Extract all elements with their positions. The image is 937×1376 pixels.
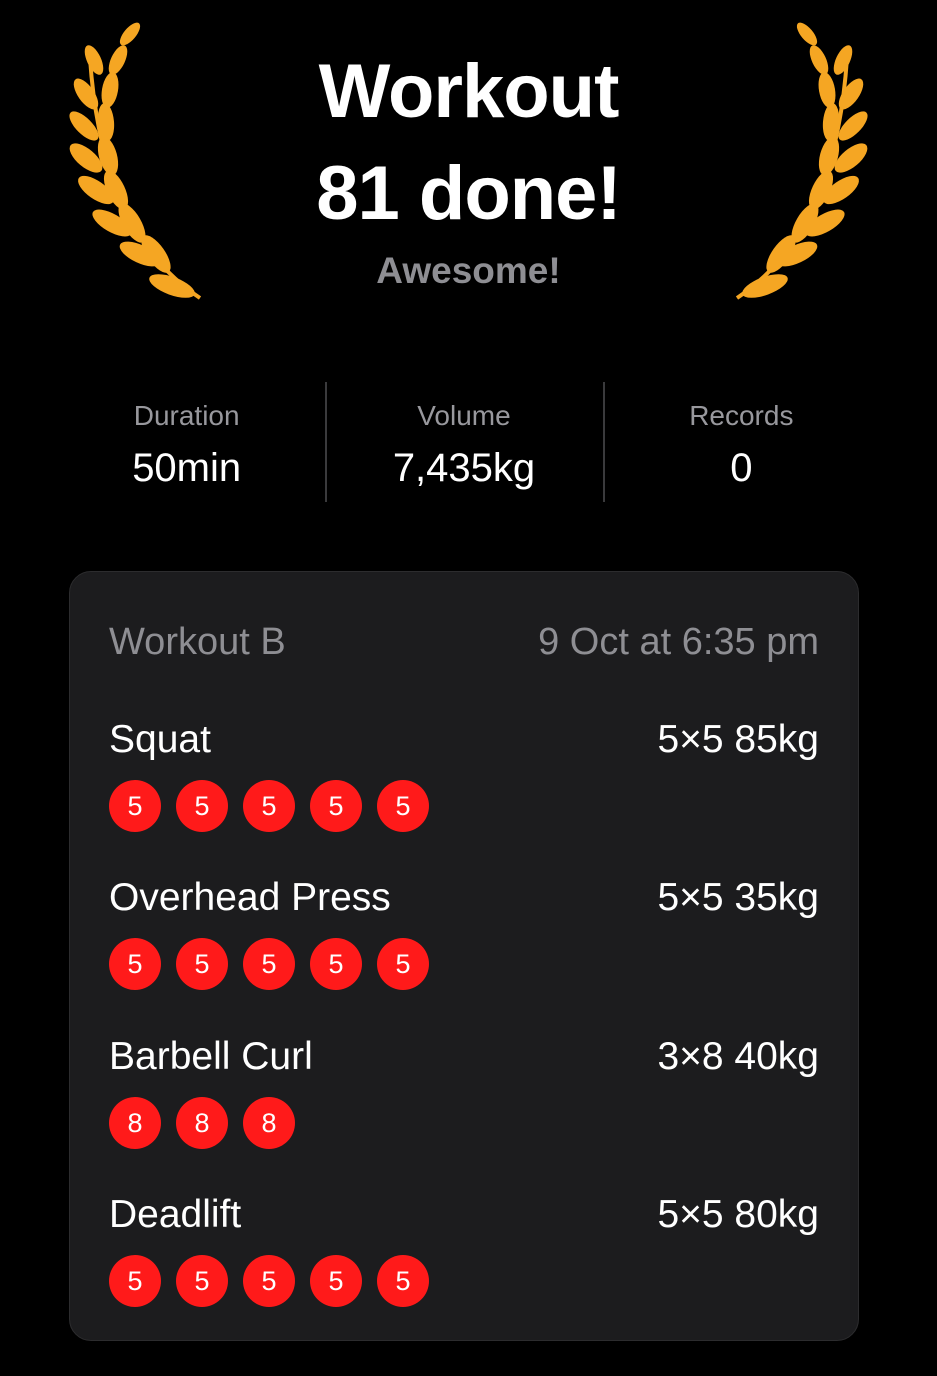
workout-name: Workout B: [109, 620, 286, 663]
set-badge: 5: [377, 938, 429, 990]
subtitle: Awesome!: [376, 250, 561, 291]
set-badge: 5: [310, 938, 362, 990]
exercise-barbell-curl: Barbell Curl 3×8 40kg 8 8 8: [109, 1033, 819, 1153]
exercise-name: Squat: [109, 718, 211, 761]
workout-summary-card[interactable]: Workout B 9 Oct at 6:35 pm Squat 5×5 85k…: [69, 571, 859, 1341]
exercise-overhead-press: Overhead Press 5×5 35kg 5 5 5 5 5: [109, 874, 819, 994]
stat-label: Duration: [133, 400, 240, 431]
stat-label: Volume: [417, 400, 511, 431]
set-badge: 5: [109, 1255, 161, 1307]
set-badge: 5: [377, 780, 429, 832]
exercise-name: Deadlift: [109, 1193, 242, 1236]
set-badge: 8: [176, 1097, 228, 1149]
card-header: Workout B 9 Oct at 6:35 pm: [109, 620, 819, 664]
title-line-2: 81 done!: [316, 151, 622, 236]
stat-value: 50min: [132, 446, 242, 490]
stat-label: Records: [689, 400, 794, 431]
exercise-squat: Squat 5×5 85kg 5 5 5 5 5: [109, 716, 819, 836]
stat-duration: Duration 50min: [48, 382, 325, 502]
set-badge: 5: [176, 780, 228, 832]
set-badge: 5: [243, 780, 295, 832]
exercise-scheme: 5×5 35kg: [657, 876, 819, 919]
set-badge: 5: [109, 938, 161, 990]
stat-value: 7,435kg: [392, 446, 536, 490]
stat-value: 0: [730, 446, 753, 490]
set-badges: 5 5 5 5 5: [109, 938, 819, 990]
set-badge: 5: [310, 780, 362, 832]
stats-row: Duration 50min Volume 7,435kg Records 0: [48, 382, 880, 502]
set-badge: 8: [243, 1097, 295, 1149]
title-line-1: Workout: [318, 49, 620, 134]
workout-datetime: 9 Oct at 6:35 pm: [538, 620, 819, 663]
stat-volume: Volume 7,435kg: [325, 382, 602, 502]
set-badge: 5: [176, 1255, 228, 1307]
set-badges: 5 5 5 5 5: [109, 780, 819, 832]
set-badge: 5: [243, 938, 295, 990]
set-badges: 8 8 8: [109, 1097, 819, 1149]
exercise-name: Overhead Press: [109, 876, 391, 919]
set-badge: 5: [176, 938, 228, 990]
exercise-name: Barbell Curl: [109, 1035, 313, 1078]
exercise-deadlift: Deadlift 5×5 80kg 5 5 5 5 5: [109, 1191, 819, 1311]
set-badge: 5: [109, 780, 161, 832]
exercise-scheme: 5×5 80kg: [657, 1193, 819, 1236]
set-badge: 5: [377, 1255, 429, 1307]
stat-records: Records 0: [602, 382, 880, 502]
set-badge: 5: [310, 1255, 362, 1307]
exercise-scheme: 5×5 85kg: [657, 718, 819, 761]
set-badge: 5: [243, 1255, 295, 1307]
exercise-scheme: 3×8 40kg: [657, 1035, 819, 1078]
set-badges: 5 5 5 5 5: [109, 1255, 819, 1307]
set-badge: 8: [109, 1097, 161, 1149]
